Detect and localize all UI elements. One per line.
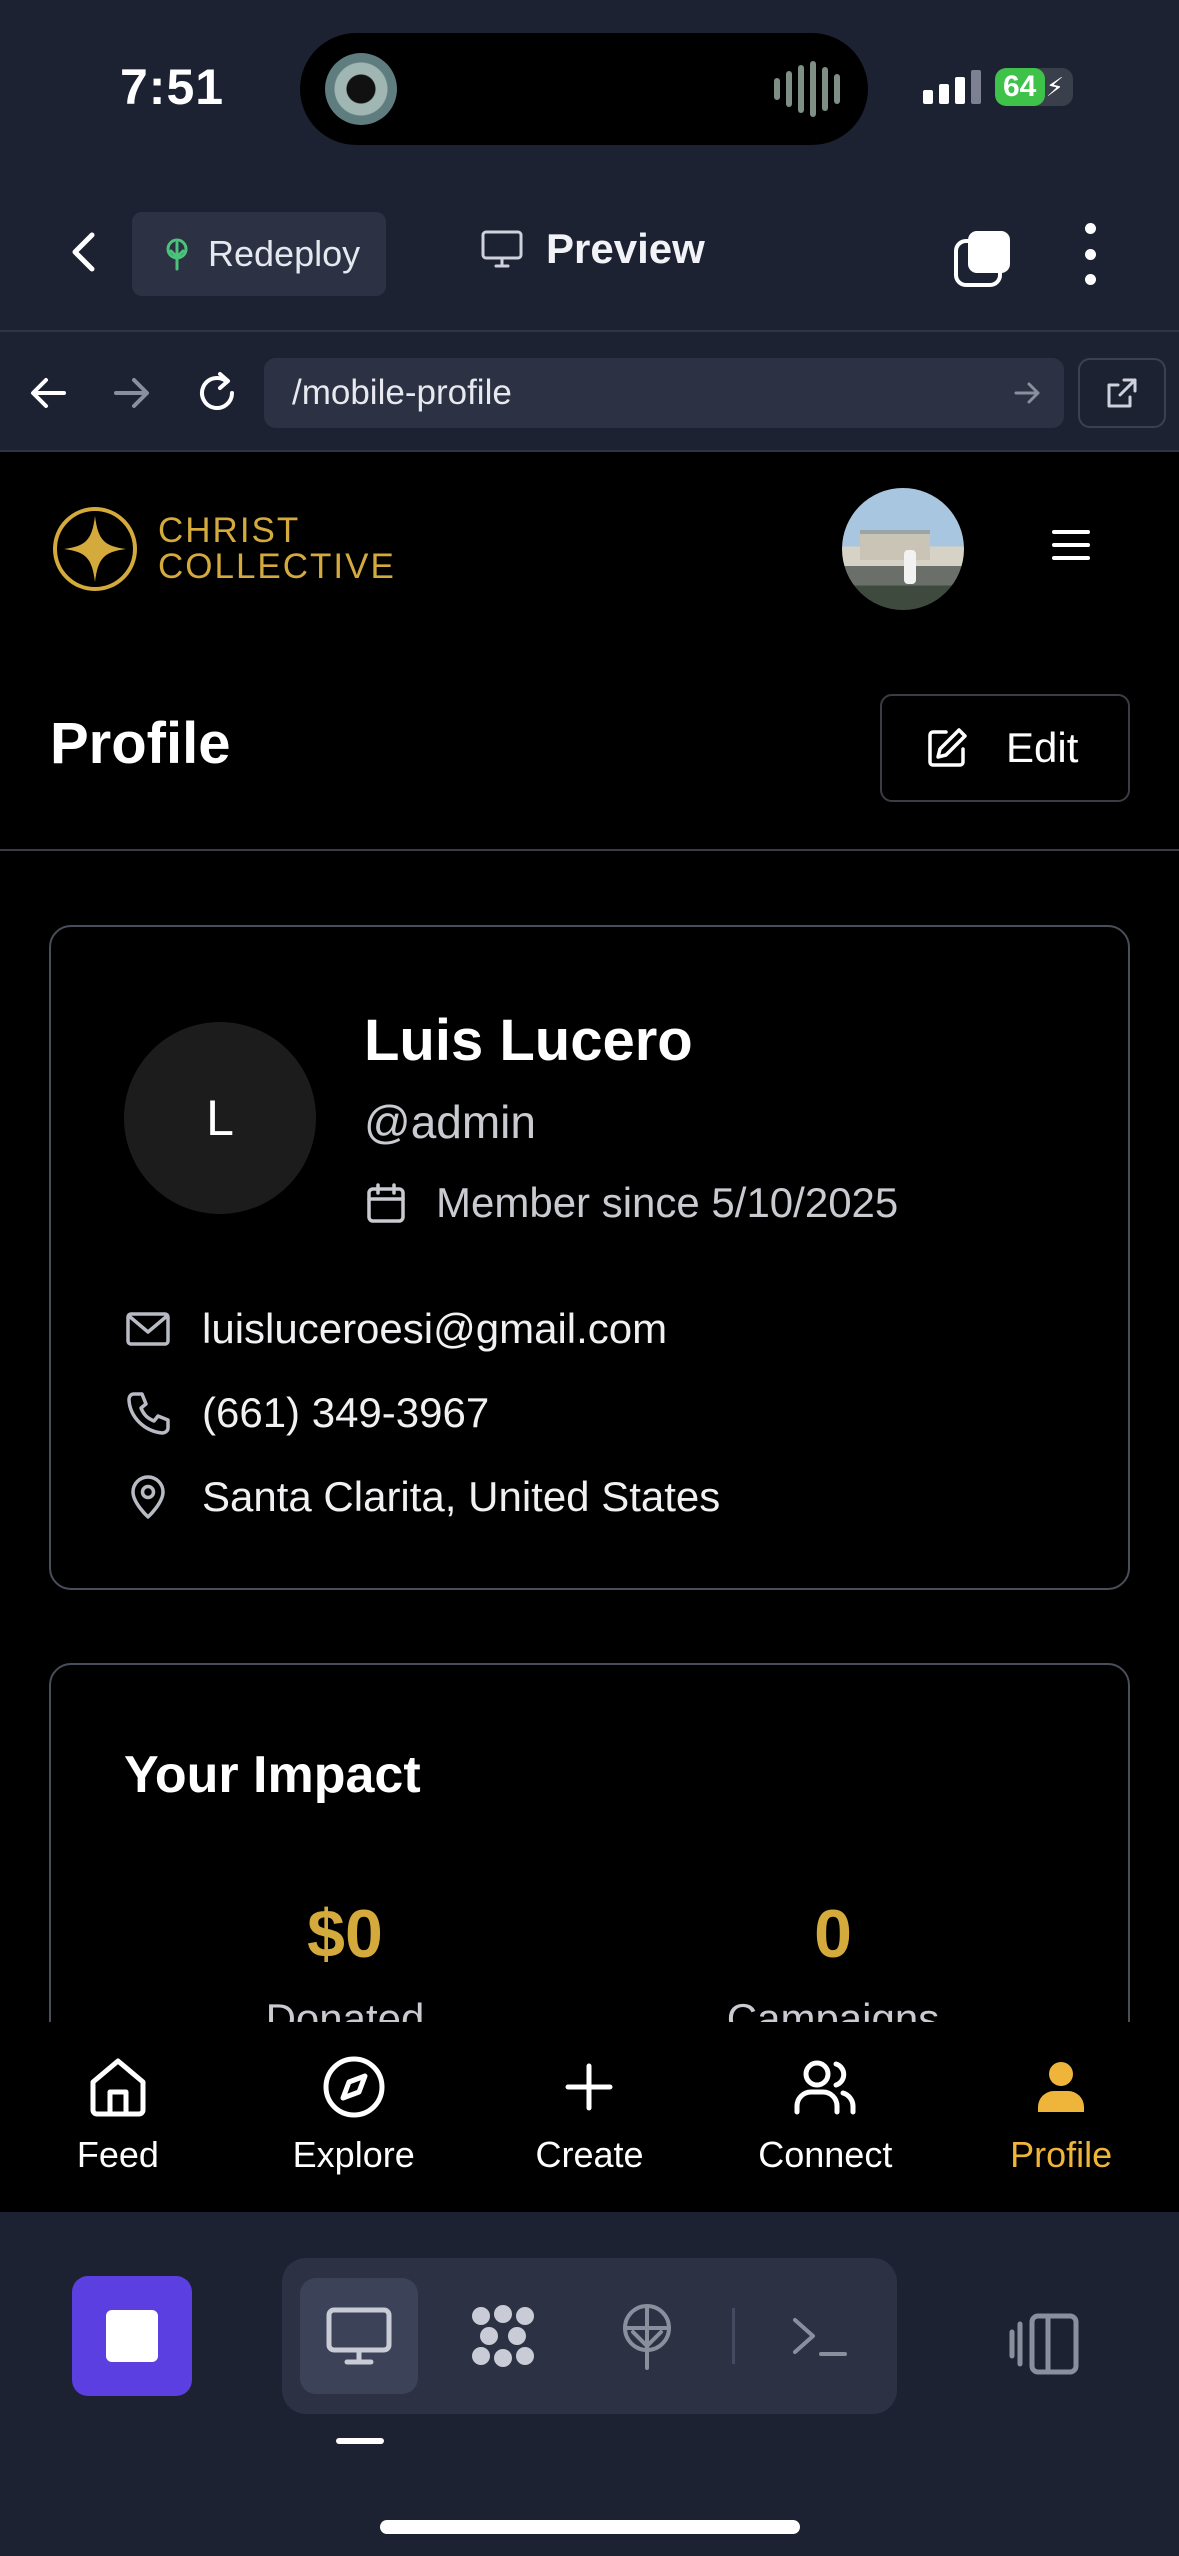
plus-icon — [565, 2063, 613, 2111]
stat-donated: $0 Donated — [145, 1895, 545, 2043]
monitor-icon — [481, 230, 523, 268]
logo-line-1: CHRIST — [158, 511, 301, 550]
member-since: Member since 5/10/2025 — [364, 1179, 898, 1227]
deploy-tree-icon — [623, 2304, 671, 2370]
calendar-icon — [367, 1183, 405, 1223]
more-options-icon[interactable] — [1076, 223, 1104, 285]
agent-tool[interactable] — [444, 2278, 562, 2394]
stat-value: 0 — [814, 1896, 852, 1972]
user-avatar[interactable] — [842, 488, 964, 610]
logo-line-2: COLLECTIVE — [158, 547, 396, 586]
menu-icon[interactable] — [1052, 530, 1090, 560]
site-logo[interactable]: CHRIST COLLECTIVE — [50, 504, 396, 594]
avatar-initial: L — [124, 1022, 316, 1214]
url-text: /mobile-profile — [292, 373, 512, 412]
nav-label: Create — [535, 2134, 644, 2175]
reload-icon[interactable] — [190, 366, 244, 420]
profile-name: Luis Lucero — [364, 1008, 693, 1073]
tool-separator — [732, 2308, 735, 2364]
edit-profile-button[interactable]: Edit — [880, 694, 1130, 802]
home-icon — [90, 2058, 146, 2117]
edit-label: Edit — [1006, 724, 1079, 771]
split-view-icon[interactable] — [1006, 2304, 1086, 2384]
location-row: Santa Clarita, United States — [124, 1473, 720, 1521]
phone-row[interactable]: (661) 349-3967 — [124, 1389, 489, 1437]
battery-percent: 64 — [1003, 70, 1037, 103]
nav-feed[interactable]: Feed — [0, 2022, 236, 2212]
user-icon — [1038, 2062, 1085, 2112]
email-text: luisluceroesi@gmail.com — [202, 1305, 668, 1352]
preview-label: Preview — [546, 225, 705, 272]
nav-profile[interactable]: Profile — [943, 2022, 1179, 2212]
nav-label: Feed — [76, 2134, 159, 2175]
nav-label: Profile — [1010, 2134, 1113, 2175]
nav-connect[interactable]: Connect — [707, 2022, 943, 2212]
battery-indicator: 64 ⚡ — [995, 68, 1073, 106]
redeploy-button[interactable]: Redeploy — [132, 212, 386, 296]
charging-bolt-icon: ⚡ — [1045, 72, 1064, 102]
cellular-signal-icon — [923, 70, 981, 104]
preview-tool[interactable] — [300, 2278, 418, 2394]
users-icon — [794, 2060, 856, 2115]
go-arrow-icon[interactable] — [1012, 378, 1042, 408]
tabs-switcher-icon[interactable] — [952, 227, 1014, 289]
email-row[interactable]: luisluceroesi@gmail.com — [124, 1305, 667, 1353]
stat-value: $0 — [307, 1896, 383, 1972]
deploy-tool[interactable] — [588, 2278, 706, 2394]
home-indicator[interactable] — [380, 2520, 800, 2534]
deploy-tree-icon — [166, 238, 188, 271]
terminal-icon — [793, 2318, 847, 2356]
preview-tab[interactable]: Preview — [480, 225, 705, 273]
app-top-bar: Redeploy Preview — [0, 175, 1179, 330]
browser-bar: /mobile-profile — [0, 330, 1179, 452]
edit-icon — [928, 728, 967, 767]
page-title: Profile — [50, 711, 231, 776]
stat-campaigns: 0 Campaigns — [633, 1895, 1033, 2043]
nav-create[interactable]: Create — [472, 2022, 708, 2212]
monitor-icon — [326, 2307, 392, 2365]
star-logo-icon — [53, 507, 137, 591]
web-viewport: CHRIST COLLECTIVE Profile Edit L Luis Lu… — [0, 452, 1179, 2212]
phone-text: (661) 349-3967 — [202, 1389, 490, 1436]
member-since-text: Member since 5/10/2025 — [436, 1179, 899, 1226]
workspace-dock — [0, 2212, 1179, 2556]
tool-switcher — [282, 2258, 897, 2414]
open-external-button[interactable] — [1078, 358, 1166, 428]
impact-title: Your Impact — [124, 1746, 421, 1804]
nav-explore[interactable]: Explore — [236, 2022, 472, 2212]
nav-label: Explore — [292, 2134, 415, 2175]
nav-label: Connect — [758, 2134, 893, 2175]
audio-waveform-icon — [774, 61, 840, 117]
profile-handle: @admin — [364, 1096, 536, 1148]
stop-button[interactable] — [72, 2276, 192, 2396]
map-pin-icon — [131, 1475, 165, 1519]
status-bar: 7:51 64 ⚡ — [0, 0, 1179, 175]
header-divider — [0, 849, 1179, 851]
compass-icon — [323, 2056, 385, 2118]
agent-icon — [472, 2305, 534, 2367]
location-text: Santa Clarita, United States — [202, 1473, 721, 1520]
profile-card: L Luis Lucero @admin Member since 5/10/2… — [49, 925, 1130, 1590]
browser-back-icon[interactable] — [22, 366, 76, 420]
logo-wordmark: CHRIST COLLECTIVE — [158, 513, 396, 585]
url-field[interactable]: /mobile-profile — [264, 358, 1064, 428]
external-link-icon — [1107, 378, 1137, 408]
redeploy-label: Redeploy — [208, 233, 361, 274]
phone-icon — [127, 1392, 170, 1435]
bottom-nav: Feed Explore Create Connect Profile — [0, 2022, 1179, 2212]
status-time: 7:51 — [120, 59, 225, 115]
stop-icon — [106, 2310, 158, 2362]
dynamic-island[interactable] — [300, 33, 868, 145]
mail-icon — [126, 1312, 170, 1346]
now-playing-album-art — [325, 53, 397, 125]
active-tool-indicator — [336, 2438, 384, 2444]
back-chevron-icon[interactable] — [60, 227, 110, 277]
shell-tool[interactable] — [760, 2278, 878, 2394]
browser-forward-icon[interactable] — [104, 366, 158, 420]
